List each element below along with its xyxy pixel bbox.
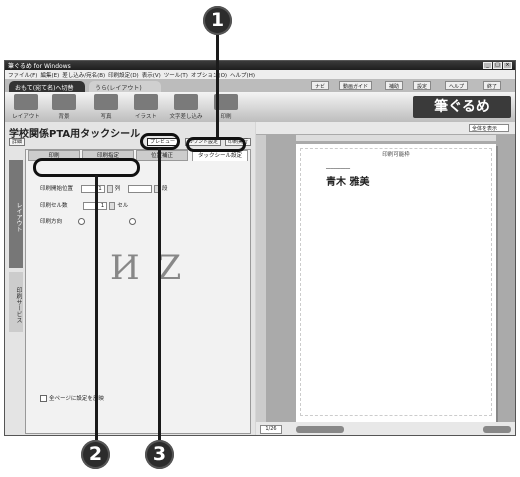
printable-frame-title: 印刷可能枠 [382, 152, 410, 158]
copies-spinner[interactable] [109, 201, 116, 210]
page-indicator: 1/26 [260, 425, 282, 434]
tab-front[interactable]: おもて(宛て名)へ切替 [9, 81, 85, 92]
copies-unit: セル [117, 203, 129, 209]
illust-tool[interactable]: イラスト [129, 94, 163, 120]
merge-tool[interactable]: 文字差し込み [169, 94, 203, 120]
menu-bar: ファイル(F) 編集(E) 差し込み/宛名(B) 印刷設定(D) 表示(V) ツ… [5, 70, 515, 79]
marker-3: 3 [145, 440, 174, 469]
printable-frame [300, 148, 492, 416]
label-school-line: ━━━━━━━━━━ [326, 166, 351, 171]
close-button[interactable]: × [503, 62, 512, 69]
zoom-select[interactable]: 全体を表示 [469, 124, 509, 132]
side-tab-layout[interactable]: レイアウト [9, 160, 23, 268]
label-cell[interactable]: ━━━━━━━━━━ 青木 雅美 [326, 166, 386, 188]
direction-label: 印刷方向 [40, 219, 63, 225]
merge-tool-label: 文字差し込み [169, 114, 203, 120]
side-tabs: レイアウト 印刷サービス [9, 160, 23, 390]
label-page: 印刷可能枠 ━━━━━━━━━━ 青木 雅美 [296, 144, 496, 422]
tab-position-adjust[interactable]: 位置補正 [136, 150, 188, 161]
menu-view[interactable]: 表示(V) [142, 71, 161, 79]
app-window: 筆ぐるめ for Windows _ □ × ファイル(F) 編集(E) 差し込… [4, 60, 516, 436]
copies-row: 印刷セル数 1 セル [40, 201, 128, 210]
direction-radio-2[interactable] [128, 218, 136, 225]
preview-toolbar: 全体を表示 [256, 122, 515, 134]
menu-merge[interactable]: 差し込み/宛名(B) [62, 71, 105, 79]
photo-tool-label: 写真 [100, 114, 112, 120]
app-logo: 筆ぐるめ [413, 96, 511, 118]
maximize-button[interactable]: □ [493, 62, 502, 69]
highlight-copies-row [33, 158, 140, 177]
callout-line-3 [158, 148, 161, 440]
assist-button[interactable]: 補助 [385, 81, 404, 90]
layout-tool-label: レイアウト [12, 114, 40, 120]
label-name: 青木 雅美 [326, 177, 370, 188]
settings-button[interactable]: 設定 [413, 81, 432, 90]
highlight-tack-seal-tab [186, 137, 246, 152]
main-toolbar: レイアウト 背景 写真 イラスト 文字差し込み 印刷 筆ぐるめ [5, 92, 515, 122]
direction-glyphs: ИZ [110, 248, 199, 288]
photo-tool[interactable]: 写真 [89, 94, 123, 120]
print-tool[interactable]: 印刷 [209, 94, 243, 120]
direction-glyph-2: Z [157, 248, 182, 288]
view-mode-button[interactable]: 詳細 [9, 138, 26, 146]
horizontal-ruler [296, 135, 496, 141]
copies-label: 印刷セル数 [40, 203, 68, 209]
menu-print-settings[interactable]: 印刷設定(D) [108, 71, 139, 79]
photo-icon [94, 94, 118, 110]
side-tab-print-service[interactable]: 印刷サービス [9, 272, 23, 332]
vertical-ruler [256, 135, 266, 422]
background-icon [52, 94, 76, 110]
menu-tools[interactable]: ツール(T) [164, 71, 188, 79]
tab-back[interactable]: うら(レイアウト) [89, 81, 161, 92]
marker-1: 1 [203, 6, 232, 35]
apply-all-checkbox[interactable] [40, 395, 47, 402]
print-settings-panel: 印刷 印刷指定 位置補正 タックシール設定 印刷開始位置 1列 段 印刷セル数 … [25, 149, 251, 434]
illust-tool-label: イラスト [135, 114, 157, 120]
exit-button[interactable]: 終了 [483, 81, 502, 90]
menu-help[interactable]: ヘルプ(H) [230, 71, 255, 79]
direction-row: 印刷方向 [40, 217, 138, 225]
start-position-row: 印刷開始位置 1 列 段 [40, 184, 168, 193]
menu-edit[interactable]: 編集(E) [40, 71, 59, 79]
menu-options[interactable]: オプション(O) [191, 71, 227, 79]
column-unit: 列 [114, 186, 121, 192]
navi-button[interactable]: ナビ [311, 81, 330, 90]
zoom-slider[interactable] [483, 426, 511, 433]
mode-tab-row: おもて(宛て名)へ切替 うら(レイアウト) ナビ 動画ガイド 補助 設定 ヘルプ… [5, 79, 515, 92]
direction-glyph-1: И [110, 248, 140, 288]
start-row-input[interactable] [128, 184, 153, 193]
title-bar: 筆ぐるめ for Windows _ □ × [5, 61, 515, 70]
merge-icon [174, 94, 198, 110]
video-guide-button[interactable]: 動画ガイド [339, 81, 373, 90]
start-position-label: 印刷開始位置 [40, 186, 74, 192]
layout-icon [14, 94, 38, 110]
background-tool[interactable]: 背景 [47, 94, 81, 120]
preview-statusbar: 1/26 [256, 422, 515, 435]
horizontal-scrollbar[interactable] [296, 426, 344, 433]
menu-file[interactable]: ファイル(F) [8, 71, 37, 79]
minimize-button[interactable]: _ [483, 62, 492, 69]
direction-radio-1[interactable] [77, 218, 85, 225]
callout-line-2 [95, 175, 98, 440]
background-tool-label: 背景 [58, 114, 70, 120]
preview-pane: 全体を表示 印刷可能枠 ━━━━━━━━━━ 青木 雅美 1/26 [256, 122, 515, 435]
illust-icon [134, 94, 158, 110]
marker-2: 2 [81, 440, 110, 469]
print-tool-label: 印刷 [220, 114, 232, 120]
row-unit: 段 [162, 186, 168, 192]
start-column-input[interactable]: 1 [80, 184, 105, 193]
start-column-spinner[interactable] [106, 184, 113, 193]
layout-tool[interactable]: レイアウト [9, 94, 43, 120]
callout-line-1 [216, 30, 219, 140]
window-title: 筆ぐるめ for Windows [8, 63, 71, 70]
help-button[interactable]: ヘルプ [445, 81, 469, 90]
